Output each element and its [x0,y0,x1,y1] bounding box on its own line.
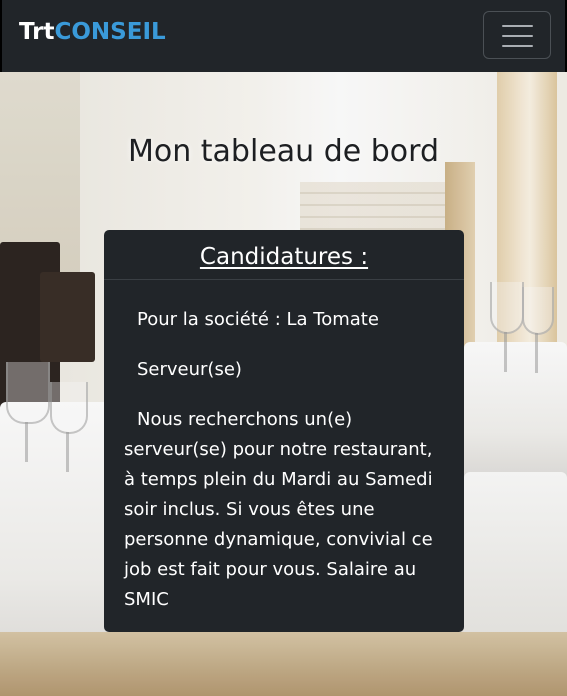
brand-logo-link[interactable]: TrtCONSEIL [19,18,166,46]
company-line: Pour la société : La Tomate [137,309,379,330]
brand-text-conseil: CONSEIL [54,19,166,45]
application-card: Candidatures : Pour la société : La Toma… [104,230,464,632]
card-header: Candidatures : [104,230,464,280]
job-title: Serveur(se) [137,359,242,380]
navbar-toggler-button[interactable] [483,11,551,59]
job-description: Nous recherchons un(e) serveur(se) pour … [124,409,433,610]
brand-text-trt: Trt [19,19,55,45]
card-header-title: Candidatures : [199,244,369,270]
page: TrtCONSEIL Mon tableau de bord Candidatu… [0,0,567,696]
page-title: Mon tableau de bord [128,134,439,169]
navbar: TrtCONSEIL [0,0,567,72]
card-body: Pour la société : La Tomate Serveur(se) … [124,305,444,635]
